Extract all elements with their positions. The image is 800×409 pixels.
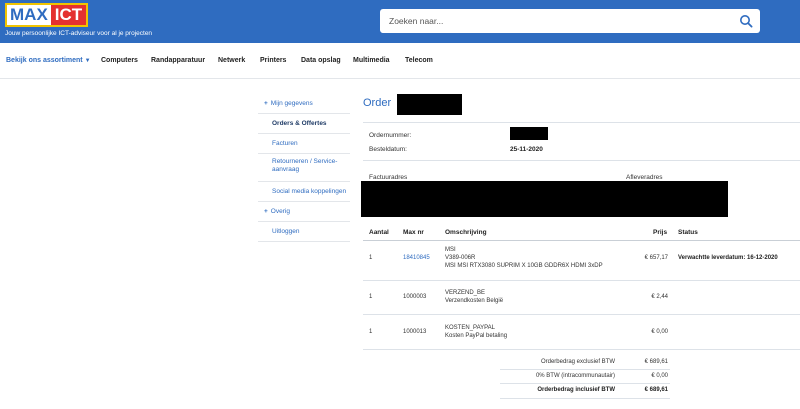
redacted-ordernummer <box>510 127 548 140</box>
row-desc-code: VERZEND_BE <box>445 290 486 296</box>
row-desc-text: Kosten PayPal betaling <box>445 333 508 339</box>
search-input[interactable]: Zoeken naar... <box>380 9 760 33</box>
row-aantal: 1 <box>369 255 373 261</box>
divider <box>363 240 800 241</box>
divider <box>363 160 800 161</box>
divider <box>363 349 800 350</box>
divider <box>363 280 800 281</box>
row-prijs: € 0,00 <box>651 329 668 335</box>
search-placeholder: Zoeken naar... <box>389 16 444 26</box>
sidebar-item-facturen[interactable]: Facturen <box>258 134 350 154</box>
col-status: Status <box>678 229 698 236</box>
tagline: Jouw persoonlijke ICT-adviseur voor al j… <box>5 30 153 37</box>
factuuradres-label: Factuuradres <box>369 174 408 181</box>
besteldatum-value: 25-11-2020 <box>510 146 543 153</box>
row-max-nr-link[interactable]: 18410845 <box>403 254 430 262</box>
divider <box>363 122 800 123</box>
main-nav: Bekijk ons assortiment ▼ Computers Randap… <box>0 43 800 79</box>
ordernummer-label: Ordernummer: <box>369 132 412 139</box>
row-max-nr: 1000003 <box>403 294 427 300</box>
besteldatum-label: Besteldatum: <box>369 146 407 153</box>
sidebar-item-overig[interactable]: + Overig <box>258 202 350 222</box>
row-prijs: € 2,44 <box>651 294 668 300</box>
total-excl-value: € 689,61 <box>644 359 668 365</box>
nav-printers[interactable]: Printers <box>260 57 286 64</box>
plus-icon: + <box>264 208 268 215</box>
row-desc-brand: MSI <box>445 247 456 253</box>
row-status: Verwachtte leverdatum: 16-12-2020 <box>678 255 778 261</box>
divider <box>363 314 800 315</box>
col-max-nr: Max nr <box>403 229 424 236</box>
total-excl-label: Orderbedrag exclusief BTW <box>540 359 615 365</box>
row-aantal: 1 <box>369 294 373 300</box>
afleveradres-label: Afleveradres <box>626 174 663 181</box>
redacted-order-id <box>397 94 462 115</box>
col-omschrijving: Omschrijving <box>445 229 487 236</box>
btw-label: 0% BTW (intracommunautair) <box>535 373 615 379</box>
nav-randapparatuur[interactable]: Randapparatuur <box>151 57 205 64</box>
maxict-logo[interactable]: MAX ICT <box>5 3 89 27</box>
btw-value: € 0,00 <box>651 373 668 379</box>
sidebar-item-orders[interactable]: Orders & Offertes <box>258 114 350 134</box>
nav-assortiment[interactable]: Bekijk ons assortiment ▼ <box>6 57 91 64</box>
site-header: MAX ICT Jouw persoonlijke ICT-adviseur v… <box>0 0 800 43</box>
sidebar-item-mijn-gegevens[interactable]: + Mijn gegevens <box>258 94 350 114</box>
col-aantal: Aantal <box>369 229 389 236</box>
sidebar-item-social-media[interactable]: Social media koppelingen <box>258 182 350 202</box>
nav-data-opslag[interactable]: Data opslag <box>301 57 341 64</box>
plus-icon: + <box>264 100 268 107</box>
page-title: Order <box>363 97 392 109</box>
logo-ict-text: ICT <box>50 3 89 27</box>
logo-max-text: MAX <box>5 3 51 27</box>
nav-multimedia[interactable]: Multimedia <box>353 57 390 64</box>
row-max-nr: 1000013 <box>403 329 427 335</box>
nav-telecom[interactable]: Telecom <box>405 57 433 64</box>
sidebar-item-uitloggen[interactable]: Uitloggen <box>258 222 350 242</box>
row-prijs: € 657,17 <box>644 255 668 261</box>
row-aantal: 1 <box>369 329 373 335</box>
row-desc-code: V389-006R <box>445 255 476 261</box>
total-incl-label: Orderbedrag inclusief BTW <box>537 387 615 393</box>
row-desc-text: Verzendkosten België <box>445 298 504 304</box>
search-icon[interactable] <box>739 14 753 28</box>
row-desc-product: MSI MSI RTX3080 SUPRIM X 10GB GDDR6X HDM… <box>445 263 603 269</box>
col-prijs: Prijs <box>653 229 668 236</box>
total-incl-value: € 689,61 <box>644 387 668 393</box>
divider <box>500 398 670 399</box>
nav-computers[interactable]: Computers <box>101 57 138 64</box>
row-desc-code: KOSTEN_PAYPAL <box>445 325 496 331</box>
nav-netwerk[interactable]: Netwerk <box>218 57 245 64</box>
chevron-down-icon: ▼ <box>84 58 91 64</box>
account-sidebar: + Mijn gegevens Orders & Offertes Facture… <box>258 94 350 242</box>
divider <box>500 369 670 370</box>
sidebar-item-retourneren[interactable]: Retourneren / Service-aanvraag <box>258 154 350 182</box>
redacted-addresses <box>361 181 728 217</box>
divider <box>500 383 670 384</box>
